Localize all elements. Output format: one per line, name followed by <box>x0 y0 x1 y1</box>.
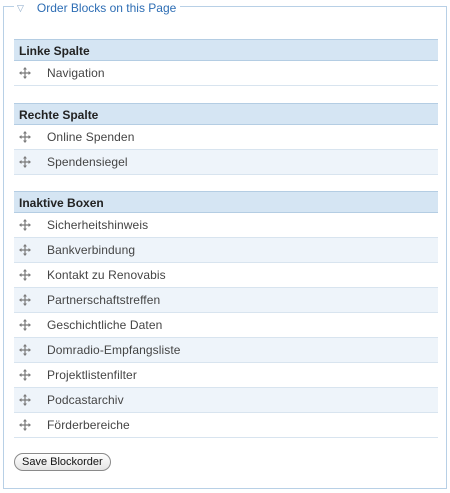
block-row[interactable]: Online Spenden <box>14 125 438 150</box>
block-row[interactable]: Spendensiegel <box>14 150 438 175</box>
block-label: Kontakt zu Renovabis <box>47 268 166 282</box>
block-label: Partnerschaftstreffen <box>47 293 161 307</box>
move-handle-icon[interactable] <box>18 155 32 169</box>
move-handle-icon[interactable] <box>18 268 32 282</box>
group-header: Linke Spalte <box>14 39 438 61</box>
block-row[interactable]: Navigation <box>14 61 438 86</box>
block-row[interactable]: Podcastarchiv <box>14 388 438 413</box>
block-label: Podcastarchiv <box>47 393 124 407</box>
block-row[interactable]: Partnerschaftstreffen <box>14 288 438 313</box>
block-row[interactable]: Förderbereiche <box>14 413 438 438</box>
block-row[interactable]: Projektlistenfilter <box>14 363 438 388</box>
group-linke-spalte: Linke Spalte Navigation <box>14 39 438 86</box>
order-blocks-fieldset: ▽ Order Blocks on this Page Linke Spalte… <box>3 1 447 489</box>
block-label: Domradio-Empfangsliste <box>47 343 181 357</box>
move-handle-icon[interactable] <box>18 130 32 144</box>
move-handle-icon[interactable] <box>18 368 32 382</box>
block-label: Spendensiegel <box>47 155 128 169</box>
triangle-down-icon: ▽ <box>17 3 24 13</box>
group-header: Rechte Spalte <box>14 103 438 125</box>
fieldset-legend-label: Order Blocks on this Page <box>36 1 177 15</box>
block-label: Navigation <box>47 66 105 80</box>
move-handle-icon[interactable] <box>18 343 32 357</box>
block-row[interactable]: Kontakt zu Renovabis <box>14 263 438 288</box>
save-blockorder-button[interactable]: Save Blockorder <box>14 453 111 471</box>
block-label: Sicherheitshinweis <box>47 218 149 232</box>
move-handle-icon[interactable] <box>18 418 32 432</box>
group-inaktive-boxen: Inaktive Boxen Sicherheitshinweis Bankve… <box>14 191 438 438</box>
block-label: Online Spenden <box>47 130 135 144</box>
block-label: Förderbereiche <box>47 418 130 432</box>
move-handle-icon[interactable] <box>18 218 32 232</box>
group-rechte-spalte: Rechte Spalte Online Spenden Spendensieg… <box>14 103 438 175</box>
block-label: Projektlistenfilter <box>47 368 137 382</box>
move-handle-icon[interactable] <box>18 293 32 307</box>
move-handle-icon[interactable] <box>18 318 32 332</box>
block-row[interactable]: Domradio-Empfangsliste <box>14 338 438 363</box>
move-handle-icon[interactable] <box>18 66 32 80</box>
block-label: Geschichtliche Daten <box>47 318 163 332</box>
block-row[interactable]: Geschichtliche Daten <box>14 313 438 338</box>
fieldset-legend-toggle[interactable]: ▽ Order Blocks on this Page <box>14 1 181 15</box>
move-handle-icon[interactable] <box>18 393 32 407</box>
block-label: Bankverbindung <box>47 243 136 257</box>
move-handle-icon[interactable] <box>18 243 32 257</box>
block-row[interactable]: Sicherheitshinweis <box>14 213 438 238</box>
group-header: Inaktive Boxen <box>14 191 438 213</box>
block-row[interactable]: Bankverbindung <box>14 238 438 263</box>
